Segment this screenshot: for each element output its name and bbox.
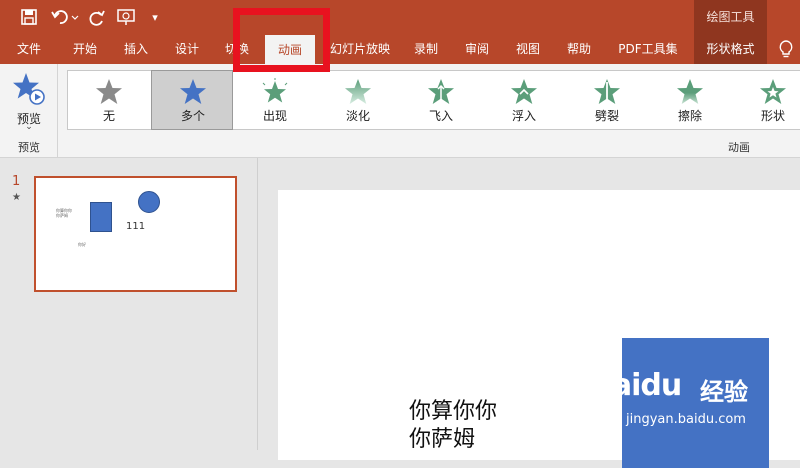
ribbon-tabs: 文件 开始 插入 设计 切换 动画 幻灯片放映 录制 审阅 视图 帮助 PDF工… xyxy=(0,32,800,64)
tab-animations[interactable]: 动画 xyxy=(265,35,315,64)
animation-shape[interactable]: 形状 xyxy=(732,71,800,129)
animation-multiple-label: 多个 xyxy=(180,109,205,123)
star-wipe-icon xyxy=(677,79,703,104)
tab-view[interactable]: 视图 xyxy=(505,32,551,64)
tab-shape-format[interactable]: 形状格式 xyxy=(694,32,767,64)
animation-fly-in[interactable]: 飞入 xyxy=(400,71,482,129)
animation-split[interactable]: 劈裂 xyxy=(566,71,648,129)
star-gray-icon xyxy=(96,79,122,104)
star-shape-icon xyxy=(760,79,786,104)
star-fade-icon xyxy=(345,79,371,104)
tab-insert[interactable]: 插入 xyxy=(112,32,160,64)
star-appear-icon xyxy=(262,78,288,103)
customize-toolbar-chevron-icon[interactable]: ▾ xyxy=(148,7,162,27)
thumb-rectangle-shape xyxy=(90,202,112,232)
animation-appear[interactable]: 出现 xyxy=(234,71,316,129)
animation-appear-label: 出现 xyxy=(262,109,287,123)
baidu-jingyan-watermark: Baidu 经验 jingyan.baidu.com xyxy=(590,360,800,432)
thumb-circle-shape xyxy=(138,191,160,213)
animation-float-in-label: 浮入 xyxy=(511,109,536,123)
slide-text-line-1: 你算你你 xyxy=(409,399,498,424)
thumb-text-small: 你好 xyxy=(78,242,86,247)
star-split-icon xyxy=(594,79,620,104)
watermark-cn: 经验 xyxy=(700,378,748,406)
save-icon[interactable] xyxy=(20,8,38,26)
preview-group: 预览 ⌄ 预览 xyxy=(0,64,58,158)
animation-fade[interactable]: 淡化 xyxy=(317,71,399,129)
slide-number: 1 xyxy=(12,174,21,189)
tab-pdf-tools[interactable]: PDF工具集 xyxy=(606,32,690,64)
redo-icon[interactable] xyxy=(88,7,106,27)
tab-transitions[interactable]: 切换 xyxy=(212,32,262,64)
animation-fade-label: 淡化 xyxy=(345,109,370,123)
star-blue-icon xyxy=(180,79,206,104)
tab-review[interactable]: 审阅 xyxy=(454,32,500,64)
animation-split-label: 劈裂 xyxy=(594,109,619,123)
thumb-text-2: 你萨姆 xyxy=(56,213,68,218)
preview-star-icon xyxy=(13,73,45,105)
animation-star-marker: ★ xyxy=(12,192,21,203)
watermark-logo: Baidu xyxy=(590,368,682,403)
start-slideshow-icon[interactable] xyxy=(116,7,138,27)
tab-slideshow[interactable]: 幻灯片放映 xyxy=(320,32,400,64)
chevron-down-icon[interactable]: ⌄ xyxy=(6,122,52,132)
animation-none-label: 无 xyxy=(102,109,115,123)
tab-design[interactable]: 设计 xyxy=(162,32,212,64)
drawing-tools-context-title: 绘图工具 xyxy=(694,0,767,32)
animation-float-in[interactable]: 浮入 xyxy=(483,71,565,129)
lightbulb-icon[interactable] xyxy=(778,40,794,58)
tab-file[interactable]: 文件 xyxy=(0,32,58,64)
watermark-url: jingyan.baidu.com xyxy=(626,412,746,427)
star-float-in-icon xyxy=(511,79,537,104)
slide-thumbnails-pane: 1 ★ 你算你你 你萨姆 你好 111 xyxy=(0,158,258,450)
title-bar: ▾ 绘图工具 xyxy=(0,0,800,34)
preview-button[interactable]: 预览 ⌄ xyxy=(6,70,52,134)
animation-fly-in-label: 飞入 xyxy=(428,109,453,123)
preview-group-label: 预览 xyxy=(18,141,40,154)
undo-icon[interactable] xyxy=(50,7,80,27)
animation-wipe-label: 擦除 xyxy=(677,109,702,123)
thumb-label: 111 xyxy=(126,221,146,232)
animation-none[interactable]: 无 xyxy=(68,71,150,129)
tab-record[interactable]: 录制 xyxy=(403,32,449,64)
slide-text-box[interactable]: 你算你你 你萨姆 xyxy=(409,398,497,454)
animations-ribbon: 预览 ⌄ 预览 无 多个 出现 淡化 飞入 浮入 劈裂 擦除 形状 动画 xyxy=(0,64,800,158)
tab-home[interactable]: 开始 xyxy=(58,32,112,64)
star-fly-in-icon xyxy=(428,79,454,104)
animation-gallery: 无 多个 出现 淡化 飞入 浮入 劈裂 擦除 形状 xyxy=(67,70,800,130)
animation-multiple[interactable]: 多个 xyxy=(151,70,233,130)
animation-group-label: 动画 xyxy=(728,141,750,154)
slide-thumbnail[interactable]: 你算你你 你萨姆 你好 111 xyxy=(34,176,237,292)
tab-help[interactable]: 帮助 xyxy=(556,32,602,64)
animation-shape-label: 形状 xyxy=(760,109,785,123)
animation-wipe[interactable]: 擦除 xyxy=(649,71,731,129)
